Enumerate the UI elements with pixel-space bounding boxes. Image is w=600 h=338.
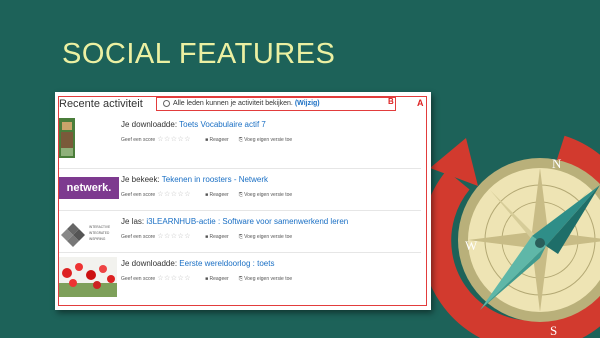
change-link[interactable]: (Wijzig)	[295, 100, 320, 107]
activity-actions: Geef een score ☆☆☆☆☆ ■ Reageer ⎘ Voeg eigen…	[121, 274, 292, 282]
activity-link[interactable]: Tekenen in roosters - Netwerk	[162, 175, 268, 184]
divider	[59, 210, 421, 211]
label-b: B	[388, 97, 394, 106]
book-cover-thumbnail[interactable]	[59, 118, 117, 158]
activity-item: INTERACTIVE INTEGRATED INSPIRING Je las:…	[59, 215, 421, 261]
compass-w-label: W	[465, 238, 478, 253]
star-rating[interactable]: ☆☆☆☆☆	[157, 136, 191, 143]
activity-line: Je downloadde: Toets Vocabulaire actif 7	[121, 120, 266, 129]
activity-item: Je downloadde: Eerste wereldoorlog : toe…	[59, 257, 421, 303]
compass-s-label: S	[550, 323, 557, 338]
activity-link[interactable]: Toets Vocabulaire actif 7	[179, 120, 266, 129]
activity-actions: Geef een score ☆☆☆☆☆ ■ Reageer ⎘ Voeg eigen…	[121, 232, 292, 240]
reply-label: Reageer	[209, 234, 229, 240]
rate-label: Geef een score	[121, 137, 156, 143]
reply-button[interactable]: ■ Reageer	[205, 276, 229, 282]
slide-title: SOCIAL FEATURES	[62, 38, 336, 70]
activity-prefix: Je downloadde:	[121, 120, 178, 129]
activity-line: Je bekeek: Tekenen in roosters - Netwerk	[121, 175, 268, 184]
activity-link[interactable]: Eerste wereldoorlog : toets	[179, 259, 274, 268]
star-rating[interactable]: ☆☆☆☆☆	[157, 191, 191, 198]
rate-label: Geef een score	[121, 192, 156, 198]
reply-label: Reageer	[209, 192, 229, 198]
activity-line: Je las: i3LEARNHUB-actie : Software voor…	[121, 217, 348, 226]
reply-button[interactable]: ■ Reageer	[205, 234, 229, 240]
logo-line-3: INSPIRING	[89, 237, 106, 241]
reply-label: Reageer	[209, 276, 229, 282]
add-version-button[interactable]: ⎘ Voeg eigen versie toe	[239, 192, 292, 198]
reply-button[interactable]: ■ Reageer	[205, 192, 229, 198]
logo-line-1: INTERACTIVE	[89, 225, 110, 229]
logo-line-2: INTEGRATED	[89, 231, 110, 235]
add-version-label: Voeg eigen versie toe	[244, 137, 293, 143]
panel-heading: Recente activiteit	[59, 98, 143, 110]
netwerk-logo[interactable]: netwerk.	[59, 177, 119, 199]
label-a: A	[417, 98, 424, 108]
activity-prefix: Je las:	[121, 217, 145, 226]
poppies-photo-thumbnail[interactable]	[59, 257, 117, 297]
activity-prefix: Je bekeek:	[121, 175, 160, 184]
visibility-notice: Alle leden kunnen je activiteit bekijken…	[156, 97, 396, 111]
add-version-label: Voeg eigen versie toe	[244, 234, 293, 240]
reply-button[interactable]: ■ Reageer	[205, 137, 229, 143]
rate-label: Geef een score	[121, 276, 156, 282]
activity-link[interactable]: i3LEARNHUB-actie : Software voor samenwe…	[146, 217, 348, 226]
slide: SOCIAL FEATURES N W S A Recente activite…	[0, 0, 600, 338]
recent-activity-panel: A Recente activiteit Alle leden kunnen j…	[55, 92, 431, 310]
activity-line: Je downloadde: Eerste wereldoorlog : toe…	[121, 259, 274, 268]
notice-text: Alle leden kunnen je activiteit bekijken…	[173, 100, 293, 107]
star-rating[interactable]: ☆☆☆☆☆	[157, 233, 191, 240]
add-version-label: Voeg eigen versie toe	[244, 276, 293, 282]
reply-label: Reageer	[209, 137, 229, 143]
add-version-button[interactable]: ⎘ Voeg eigen versie toe	[239, 276, 292, 282]
star-rating[interactable]: ☆☆☆☆☆	[157, 275, 191, 282]
compass-n-label: N	[552, 156, 562, 171]
activity-actions: Geef een score ☆☆☆☆☆ ■ Reageer ⎘ Voeg eigen…	[121, 190, 292, 198]
add-version-label: Voeg eigen versie toe	[244, 192, 293, 198]
activity-item: netwerk. Je bekeek: Tekenen in roosters …	[59, 173, 421, 219]
netwerk-logo-text: netwerk.	[66, 182, 112, 194]
iii-logo[interactable]: INTERACTIVE INTEGRATED INSPIRING	[59, 215, 117, 255]
activity-actions: Geef een score ☆☆☆☆☆ ■ Reageer ⎘ Voeg eigen…	[121, 135, 292, 143]
divider	[59, 252, 421, 253]
activity-prefix: Je downloadde:	[121, 259, 178, 268]
compass-illustration: N W S	[426, 135, 600, 338]
activity-item: Je downloadde: Toets Vocabulaire actif 7…	[59, 118, 421, 164]
rate-label: Geef een score	[121, 234, 156, 240]
add-version-button[interactable]: ⎘ Voeg eigen versie toe	[239, 137, 292, 143]
globe-icon	[163, 99, 170, 107]
add-version-button[interactable]: ⎘ Voeg eigen versie toe	[239, 234, 292, 240]
divider	[59, 168, 421, 169]
